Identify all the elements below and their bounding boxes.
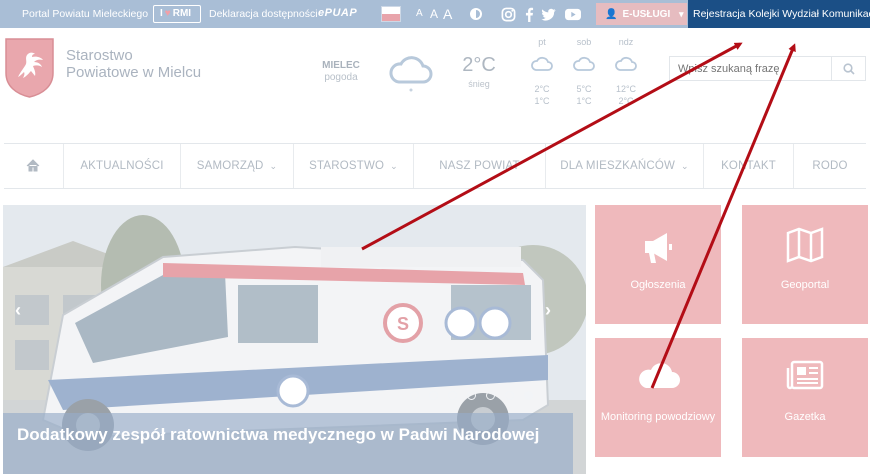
forecast-day: pt (538, 37, 546, 47)
font-size-medium-button[interactable]: A (430, 0, 438, 28)
home-icon (26, 159, 40, 172)
nav-home[interactable] (4, 144, 64, 188)
cloud-icon (615, 56, 637, 71)
newspaper-icon (786, 360, 824, 390)
nav-label: RODO (812, 160, 848, 172)
instagram-icon[interactable] (501, 7, 516, 22)
search-icon (843, 63, 855, 75)
tile-label: Geoportal (780, 279, 830, 291)
slider-dot[interactable] (410, 391, 419, 400)
slider-dot-active[interactable] (524, 391, 533, 400)
weather-city-sub: pogoda (324, 72, 358, 83)
forecast-high: 12°C (615, 84, 637, 94)
nav-starostwo[interactable]: STAROSTWO ⌄ (294, 144, 414, 188)
nav-label: SAMORZĄD (196, 160, 264, 172)
contrast-icon[interactable] (470, 8, 482, 20)
chevron-down-icon: ⌄ (269, 161, 278, 171)
nav-label: AKTUALNOŚCI (80, 160, 164, 172)
top-bar: Portal Powiatu Mieleckiego I ♥ RMI Deklara… (0, 0, 870, 28)
cloud-snow-icon (389, 56, 433, 92)
nav-label: STAROSTWO (309, 160, 385, 172)
tile-monitoring-powodziowy[interactable]: Monitoring powodziowy (595, 338, 721, 457)
tile-gazetka[interactable]: Gazetka (742, 338, 868, 457)
rmi-label: RMI (172, 8, 192, 19)
registration-queue-link[interactable]: Rejestracja Kolejki Wydział Komunikacji (688, 0, 870, 28)
epuap-logo[interactable]: ePUAP (318, 7, 357, 19)
nav-aktualnosci[interactable]: AKTUALNOŚCI (64, 144, 181, 188)
youtube-icon[interactable] (564, 7, 582, 22)
search-input[interactable] (669, 56, 832, 81)
megaphone-icon (645, 233, 672, 263)
flag-icon[interactable] (381, 6, 401, 22)
cloud-icon (639, 363, 680, 388)
forecast-low: 1°C (576, 96, 592, 106)
tile-geoportal[interactable]: Geoportal (742, 205, 868, 324)
user-icon: 👤 (605, 9, 618, 20)
main-nav: AKTUALNOŚCI SAMORZĄD ⌄ STAROSTWO ⌄ NASZ PO… (4, 143, 866, 189)
tile-label: Gazetka (784, 411, 826, 423)
org-name[interactable]: Starostwo Powiatowe w Mielcu (66, 47, 201, 81)
svg-text:S: S (397, 314, 409, 334)
tile-label: Ogłoszenia (630, 279, 686, 291)
chevron-down-icon: ⌄ (390, 161, 398, 171)
forecast-day: sob (576, 37, 592, 47)
weather-city: MIELEC (322, 60, 360, 71)
slider-next-button[interactable]: › (545, 300, 551, 321)
tile-ogloszenia[interactable]: Ogłoszenia (595, 205, 721, 324)
tile-label: Monitoring powodziowy (600, 411, 716, 423)
e-uslugi-label: E-USŁUGI (622, 9, 671, 20)
forecast-low: 1°C (534, 96, 550, 106)
slider-dot[interactable] (429, 391, 438, 400)
chevron-down-icon: ▾ (679, 9, 684, 19)
accessibility-link[interactable]: Deklaracja dostępności (209, 0, 318, 28)
cloud-icon (573, 56, 595, 71)
org-name-line2: Powiatowe w Mielcu (66, 64, 202, 81)
twitter-icon[interactable] (541, 7, 556, 22)
forecast-high: 5°C (576, 84, 592, 94)
portal-link[interactable]: Portal Powiatu Mieleckiego (22, 0, 148, 28)
nav-label: DLA MIESZKAŃCÓW (560, 160, 676, 172)
slider-dot[interactable] (448, 391, 457, 400)
coat-of-arms-logo[interactable] (4, 37, 55, 98)
font-size-large-button[interactable]: A (443, 0, 452, 28)
nav-rodo[interactable]: RODO (794, 144, 866, 188)
forecast-high: 2°C (534, 84, 550, 94)
heart-icon: ♥ (164, 8, 171, 19)
weather-temperature: 2°C (462, 54, 496, 76)
cloud-icon (531, 56, 553, 71)
nav-samorzad[interactable]: SAMORZĄD ⌄ (181, 144, 294, 188)
rmi-prefix: I (160, 8, 163, 19)
map-icon (786, 227, 824, 263)
nav-nasz-powiat[interactable]: NASZ POWIAT (414, 144, 546, 188)
search-button[interactable] (832, 56, 866, 81)
slider-dot[interactable] (486, 391, 495, 400)
forecast-low: 2°C (618, 96, 634, 106)
weather-condition: śnieg (468, 79, 490, 89)
org-name-line1: Starostwo (66, 47, 133, 64)
slide-caption[interactable]: Dodatkowy zespół ratownictwa medycznego … (17, 425, 557, 445)
nav-label: KONTAKT (721, 160, 776, 172)
slider-dot[interactable] (467, 391, 476, 400)
e-uslugi-dropdown[interactable]: 👤 E-USŁUGI ▾ (596, 3, 687, 25)
font-size-small-button[interactable]: A (416, 0, 423, 28)
slider-prev-button[interactable]: ‹ (15, 300, 21, 321)
rmi-button[interactable]: I ♥ RMI (153, 5, 201, 23)
chevron-down-icon: ⌄ (681, 161, 689, 171)
nav-kontakt[interactable]: KONTAKT (704, 144, 794, 188)
slider-dot[interactable] (505, 391, 514, 400)
nav-label: NASZ POWIAT (439, 160, 520, 172)
forecast-day: ndz (618, 37, 634, 47)
facebook-icon[interactable] (522, 7, 537, 22)
nav-dla-mieszkancow[interactable]: DLA MIESZKAŃCÓW ⌄ (546, 144, 704, 188)
